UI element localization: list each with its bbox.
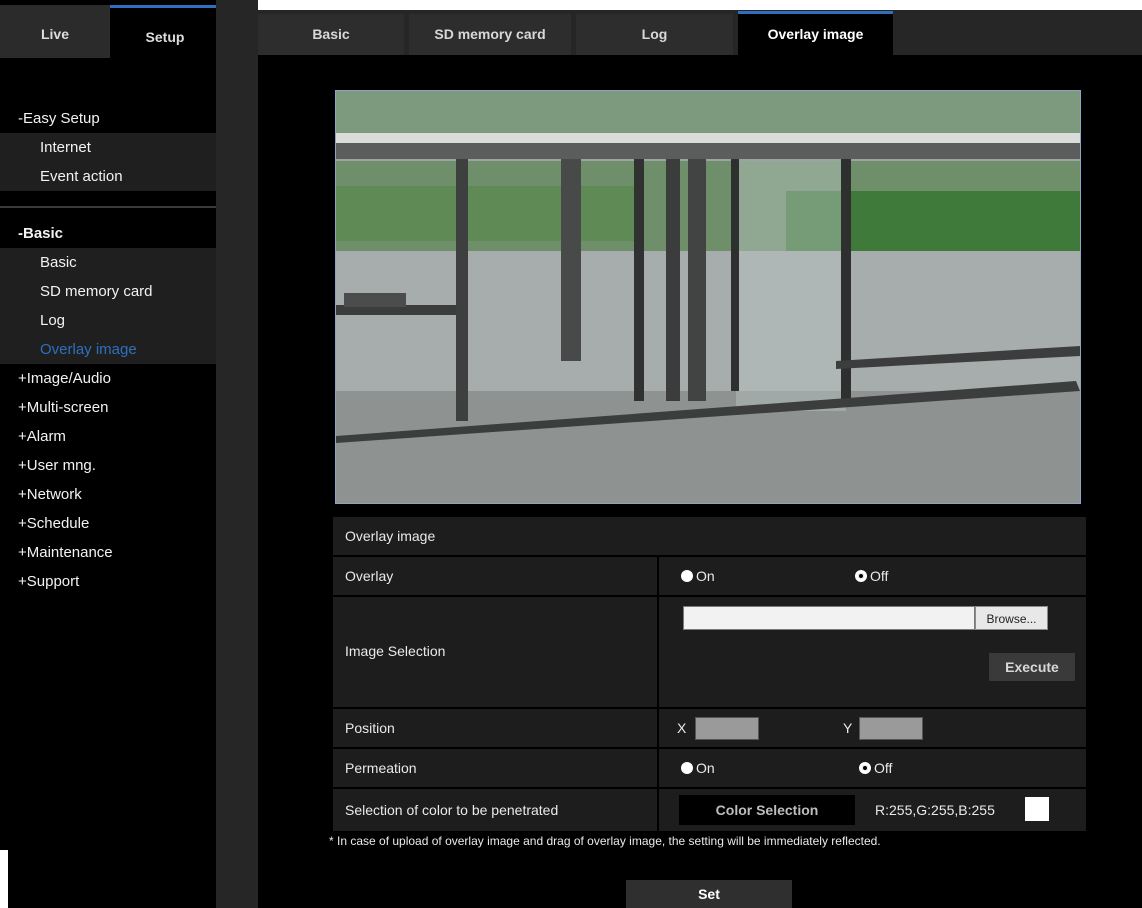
position-label: Position [345,720,395,736]
color-value-cell: Color Selection R:255,G:255,B:255 [657,789,1088,831]
sidebar-item-event-action[interactable]: Event action [0,162,216,191]
sidebar-group-network[interactable]: +Network [0,480,234,509]
overlay-row: Overlay On Off [333,557,1086,597]
position-y-label: Y [843,720,853,736]
sidebar-group-multi-screen[interactable]: +Multi-screen [0,393,234,422]
permeation-off-label: Off [874,760,893,776]
set-button[interactable]: Set [626,880,792,908]
overlay-on-label: On [696,568,715,584]
permeation-row: Permeation On Off [333,749,1086,789]
live-tab[interactable]: Live [0,5,110,58]
sidebar-item-overlay-image[interactable]: Overlay image [0,335,216,364]
tab-basic[interactable]: Basic [258,14,404,55]
sidebar-group-support[interactable]: +Support [0,567,234,596]
sidebar-group-user-mng[interactable]: +User mng. [0,451,234,480]
execute-button[interactable]: Execute [989,653,1075,681]
radio-selected-icon [855,570,867,582]
sidebar-edge [0,850,8,908]
note-text: * In case of upload of overlay image and… [329,834,881,848]
sidebar-group-schedule[interactable]: +Schedule [0,509,234,538]
sidebar-group-easy-setup[interactable]: -Easy Setup [0,104,234,133]
image-selection-value-cell: Browse... Execute [657,597,1088,707]
color-label: Selection of color to be penetrated [345,802,559,818]
camera-preview[interactable] [335,90,1081,504]
color-selection-button[interactable]: Color Selection [679,795,855,825]
sidebar-group-maintenance[interactable]: +Maintenance [0,538,234,567]
panel-header-row: Overlay image [333,517,1086,557]
setup-tab[interactable]: Setup [110,5,220,61]
position-row: Position X Y [333,709,1086,749]
sidebar-item-sd-memory-card[interactable]: SD memory card [0,277,216,306]
position-x-input[interactable] [695,717,759,740]
permeation-off-radio[interactable]: Off [859,760,892,776]
panel-title: Overlay image [345,528,436,544]
file-path-input[interactable] [683,606,975,630]
position-value-cell: X Y [657,709,1088,747]
overlay-label: Overlay [345,568,394,584]
camera-image [336,91,1080,503]
color-swatch [1025,797,1049,821]
color-row: Selection of color to be penetrated Colo… [333,789,1086,833]
sidebar-item-internet[interactable]: Internet [0,133,216,162]
image-selection-label: Image Selection [345,643,446,659]
position-x-label: X [677,720,687,736]
permeation-label: Permeation [345,760,417,776]
color-rgb-value: R:255,G:255,B:255 [875,802,995,818]
tab-overlay-image[interactable]: Overlay image [738,11,893,58]
permeation-on-label: On [696,760,715,776]
sidebar: Live Setup -Easy Setup Internet Event ac… [0,0,220,908]
overlay-on-radio[interactable]: On [681,568,715,584]
overlay-value-cell: On Off [657,557,1088,595]
browse-button[interactable]: Browse... [975,606,1048,630]
overlay-off-radio[interactable]: Off [855,568,888,584]
permeation-on-radio[interactable]: On [681,760,715,776]
radio-unselected-icon [681,570,693,582]
tab-sd-memory-card[interactable]: SD memory card [409,14,571,55]
sidebar-group-image-audio[interactable]: +Image/Audio [0,364,234,393]
position-y-input[interactable] [859,717,923,740]
sidebar-item-basic[interactable]: Basic [0,248,216,277]
sidebar-divider [0,206,216,208]
tab-log[interactable]: Log [576,14,733,55]
overlay-off-label: Off [870,568,889,584]
sidebar-group-basic[interactable]: -Basic [0,219,234,248]
radio-selected-icon [859,762,871,774]
sidebar-item-log[interactable]: Log [0,306,216,335]
sidebar-gutter [216,0,258,908]
permeation-value-cell: On Off [657,749,1088,787]
radio-unselected-icon [681,762,693,774]
sidebar-group-alarm[interactable]: +Alarm [0,422,234,451]
image-selection-row: Image Selection Browse... Execute [333,597,1086,709]
